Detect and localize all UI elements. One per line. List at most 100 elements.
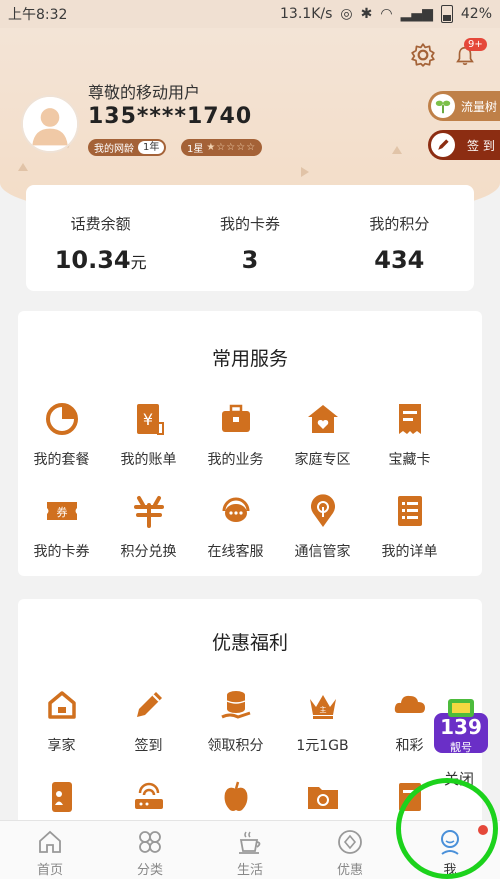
apple-icon [224, 781, 247, 811]
coupon-icon: 券 [46, 502, 77, 520]
my-coupons[interactable]: 我的卡券 3 [175, 185, 324, 291]
my-coupons-value: 3 [241, 246, 259, 274]
promo-close-button[interactable]: 关闭 [444, 768, 474, 789]
settings-gear-icon[interactable] [410, 42, 436, 68]
service-my-details[interactable]: 我的详单 [366, 493, 453, 561]
profile-tab-icon [441, 830, 459, 855]
phone-app-icon [51, 782, 72, 812]
tab-label: 首页 [36, 863, 63, 878]
balance-fee-value: 10.34 [54, 246, 131, 274]
my-points-value: 434 [374, 246, 425, 274]
battery-level: 42% [460, 6, 492, 22]
balance-fee[interactable]: 话费余额 10.34元 [26, 185, 175, 291]
user-silhouette-icon [23, 97, 77, 151]
bottom-tab-bar: 首页 分类 生活 优惠 我 [0, 820, 500, 879]
benefit-label: 享家 [47, 738, 76, 754]
tab-life[interactable]: 生活 [200, 821, 300, 879]
tab-label: 我 [443, 863, 457, 878]
benefit-sign-in[interactable]: 签到 [105, 687, 192, 755]
list-detail-icon [397, 496, 422, 526]
status-time: 上午8:32 [8, 7, 68, 23]
category-tab-icon [139, 831, 161, 853]
signal-pin-icon [310, 494, 335, 527]
promo-number: 139 [440, 715, 482, 739]
service-my-business[interactable]: 我的业务 [192, 401, 279, 469]
account-summary-card: 话费余额 10.34元 我的卡券 3 我的积分 434 [26, 185, 474, 291]
services-row-1: 我的套餐 ¥ 我的账单 我的业务 家庭专区 宝藏卡 [18, 401, 482, 469]
avatar[interactable] [21, 95, 79, 153]
service-label: 在线客服 [207, 544, 264, 560]
service-my-coupons[interactable]: 券 我的卡券 [18, 493, 105, 561]
battery-icon [440, 5, 453, 23]
service-label: 我的详单 [381, 544, 438, 560]
network-age-badge: 我的网龄 1年 [88, 139, 167, 156]
network-age-label: 我的网龄 [94, 144, 134, 155]
my-coupons-label: 我的卡券 [219, 215, 280, 233]
exchange-icon [133, 496, 164, 528]
hotspot-icon: ◎ [340, 6, 353, 22]
benefit-row2-item[interactable] [366, 779, 453, 815]
service-my-bill[interactable]: ¥ 我的账单 [105, 401, 192, 469]
benefits-title: 优惠福利 [211, 632, 288, 654]
bluetooth-icon: ✱ [360, 6, 373, 22]
traffic-tree-button[interactable]: 流量树 [428, 91, 500, 121]
service-family-zone[interactable]: 家庭专区 [279, 401, 366, 469]
tab-discount[interactable]: 优惠 [300, 821, 400, 879]
pencil-icon [136, 692, 162, 717]
service-telecom-manager[interactable]: 通信管家 [279, 493, 366, 561]
svg-text:主: 主 [319, 705, 326, 714]
benefit-label: 领取积分 [207, 738, 264, 754]
pencil-icon [431, 133, 455, 157]
star-level-badge[interactable]: 1星 ★☆☆☆☆ [181, 139, 263, 156]
benefit-xiangjia[interactable]: 享家 [18, 687, 105, 755]
sign-in-side-button[interactable]: 签 到 [428, 130, 500, 160]
tab-label: 分类 [136, 863, 163, 878]
pie-chart-icon [45, 403, 78, 435]
bill-icon: ¥ [136, 404, 164, 435]
user-greeting: 尊敬的移动用户 [88, 83, 201, 102]
balance-fee-label: 话费余额 [70, 215, 131, 233]
tab-home[interactable]: 首页 [0, 821, 100, 879]
tab-me[interactable]: 我 [400, 821, 500, 879]
folder-icon [307, 787, 338, 809]
service-label: 家庭专区 [294, 452, 351, 468]
decorative-triangle-icon [301, 167, 309, 177]
services-row-2: 券 我的卡券 积分兑换 在线客服 通信管家 我的详单 [18, 493, 482, 561]
service-label: 我的卡券 [33, 544, 90, 560]
benefit-claim-points[interactable]: 领取积分 [192, 687, 279, 755]
benefit-label: 签到 [134, 738, 163, 754]
receipt-card-icon [398, 404, 421, 434]
benefit-row2-item[interactable] [18, 779, 105, 815]
decorative-triangle-icon [18, 163, 28, 171]
service-label: 我的套餐 [33, 452, 90, 468]
coin-stack-icon [220, 691, 250, 719]
service-label: 我的业务 [207, 452, 264, 468]
cloud-icon [394, 695, 425, 713]
decorative-triangle-icon [392, 146, 402, 154]
service-my-plan[interactable]: 我的套餐 [18, 401, 105, 469]
service-label: 宝藏卡 [388, 452, 431, 468]
router-icon [134, 782, 163, 809]
network-speed: 13.1K/s [280, 6, 333, 22]
coffee-tab-icon [239, 831, 261, 854]
promo-139-float[interactable]: 139 靓号 [430, 697, 492, 759]
benefits-row-1: 享家 签到 领取积分 主 1元1GB 和彩 [18, 687, 482, 755]
service-online-support[interactable]: 在线客服 [192, 493, 279, 561]
status-bar: 上午8:32 13.1K/s ◎ ✱ ◠ ▂▄▆ 42% [0, 0, 500, 28]
crown-icon: 主 [309, 695, 336, 719]
phone-number: 135****1740 [88, 104, 253, 129]
svg-text:¥: ¥ [142, 410, 152, 429]
tab-category[interactable]: 分类 [100, 821, 200, 879]
sprout-icon [431, 94, 455, 118]
benefit-1yuan-1gb[interactable]: 主 1元1GB [279, 687, 366, 755]
service-treasure-card[interactable]: 宝藏卡 [366, 401, 453, 469]
service-points-exchange[interactable]: 积分兑换 [105, 493, 192, 561]
benefit-row2-item[interactable] [192, 779, 279, 815]
benefit-row2-item[interactable] [105, 779, 192, 815]
service-label: 通信管家 [294, 544, 351, 560]
benefit-row2-item[interactable] [279, 779, 366, 815]
star-rating-icon: ★☆☆☆☆ [206, 142, 257, 153]
promo-subtext: 靓号 [450, 741, 472, 754]
my-points[interactable]: 我的积分 434 [325, 185, 474, 291]
tab-label: 优惠 [336, 863, 363, 878]
